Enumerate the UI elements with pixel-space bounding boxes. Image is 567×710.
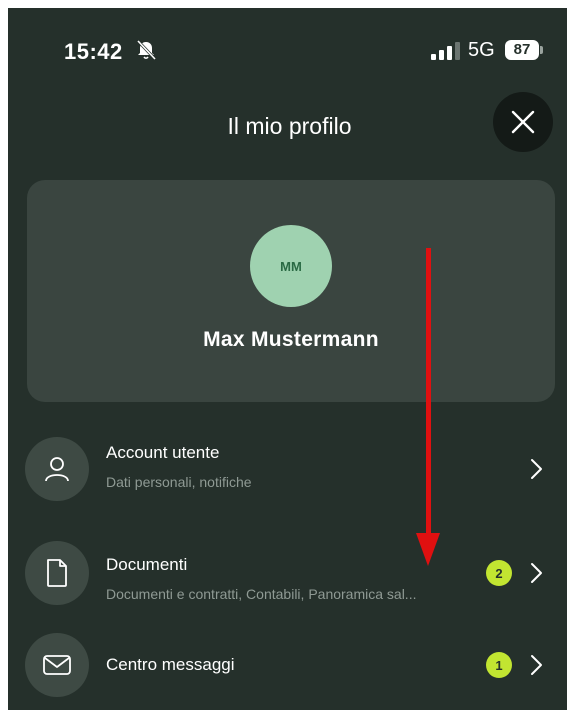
bell-muted-icon [136, 39, 157, 61]
chevron-right-icon [531, 459, 542, 479]
signal-icon [431, 42, 460, 60]
mail-icon [25, 633, 89, 697]
close-icon [511, 110, 535, 134]
battery-level: 87 [505, 40, 539, 60]
menu-item-title: Centro messaggi [106, 655, 235, 674]
user-icon [25, 437, 89, 501]
app-screen: 15:42 5G 87 Il mio profilo MM Max Muster… [8, 8, 567, 710]
document-icon [25, 541, 89, 605]
menu-item-documents[interactable]: Documenti Documenti e contratti, Contabi… [8, 535, 567, 615]
messages-count-badge: 1 [486, 652, 512, 678]
scroll-down-arrow-annotation [416, 248, 440, 566]
chevron-right-icon [531, 563, 542, 583]
menu-item-title: Account utente [106, 443, 220, 462]
page-title: Il mio profilo [227, 113, 352, 139]
profile-card: MM Max Mustermann [27, 180, 555, 402]
avatar[interactable]: MM [250, 225, 332, 307]
chevron-right-icon [531, 655, 542, 675]
profile-name: Max Mustermann [203, 328, 379, 351]
close-button[interactable] [493, 92, 553, 152]
menu-item-title: Documenti [106, 555, 188, 574]
documents-count-badge: 2 [486, 560, 512, 586]
status-time: 15:42 [64, 39, 123, 64]
network-type: 5G [468, 39, 495, 61]
menu-item-account[interactable]: Account utente Dati personali, notifiche [8, 429, 567, 509]
menu-item-subtitle: Dati personali, notifiche [106, 474, 252, 490]
menu-item-subtitle: Documenti e contratti, Contabili, Panora… [106, 586, 417, 602]
menu-item-messages[interactable]: Centro messaggi 1 [8, 625, 567, 705]
battery-tip [540, 46, 543, 54]
